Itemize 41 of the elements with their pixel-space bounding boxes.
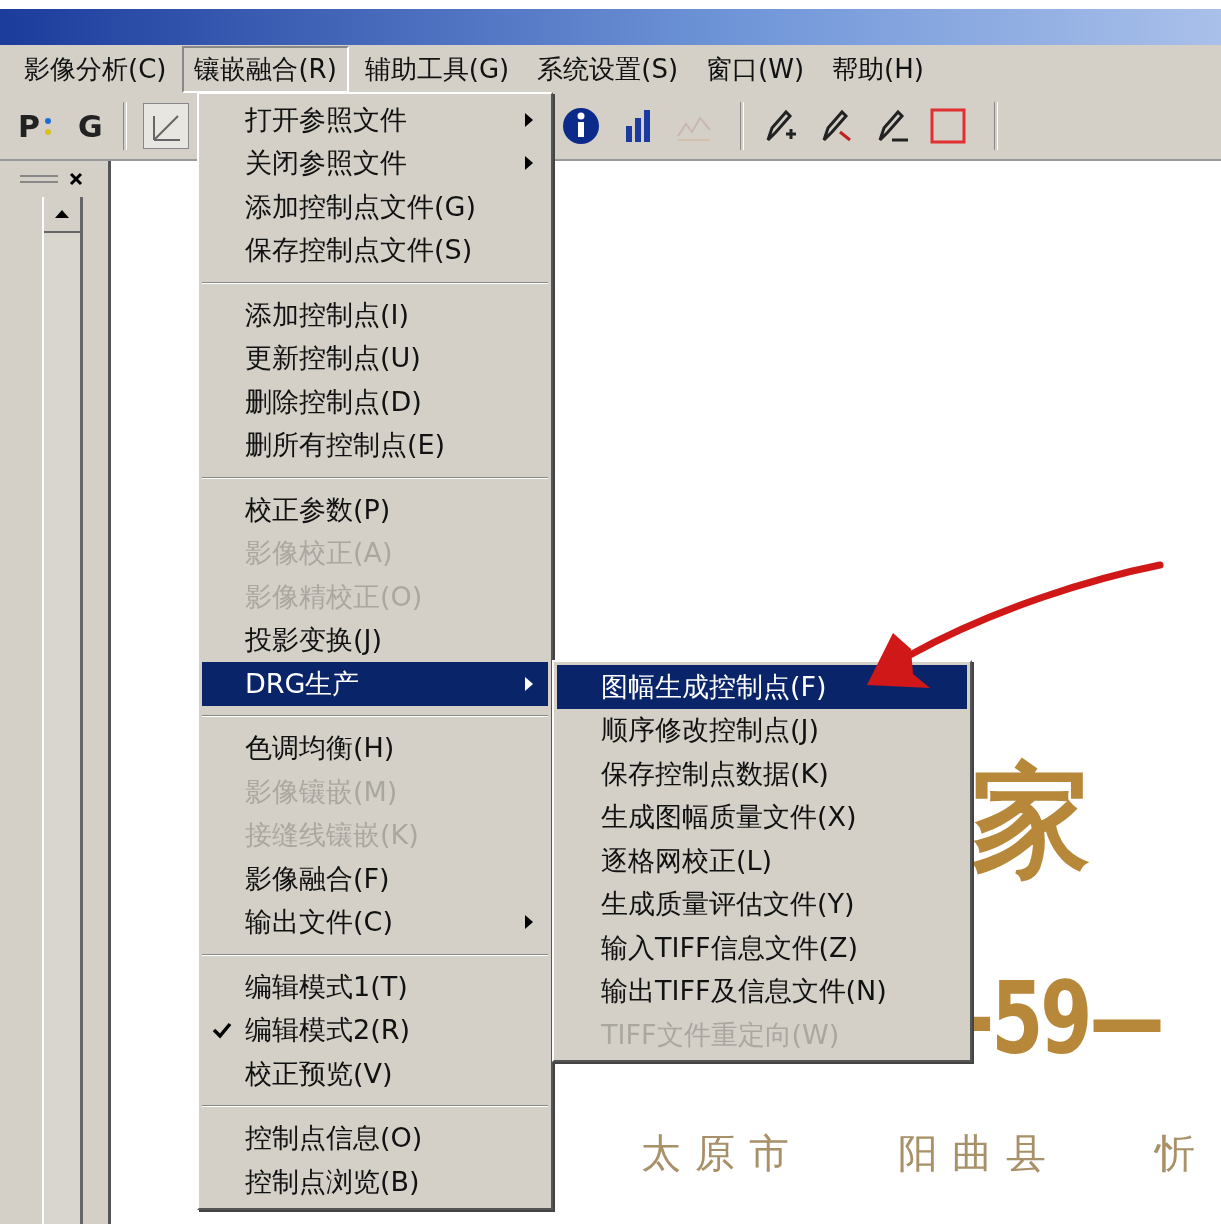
menu-item[interactable]: 校正预览(V) [202,1052,548,1096]
close-icon[interactable] [68,171,84,187]
menu-bar-item[interactable]: 影像分析(C) [12,45,179,93]
menu-item[interactable]: 编辑模式2(R) [202,1008,548,1052]
menu-item[interactable]: 校正参数(P) [202,488,548,532]
menu-item[interactable]: 色调均衡(H) [202,726,548,770]
menu-item[interactable]: 控制点信息(O) [202,1116,548,1160]
menu-bar-item[interactable]: 帮助(H) [820,45,936,93]
menu-bar-item[interactable]: 窗口(W) [694,45,817,93]
place-name: 阳曲县 [898,1129,1060,1178]
menu-item[interactable]: 生成图幅质量文件(X) [557,795,967,839]
menu-bar-item[interactable]: 系统设置(S) [525,45,691,93]
grip-icon[interactable] [20,173,60,185]
toolbar-button[interactable]: P [16,108,42,144]
menu-item[interactable]: 输入TIFF信息文件(Z) [557,926,967,970]
menu-item[interactable]: 添加控制点文件(G) [202,185,548,229]
place-name: 忻 [1155,1129,1209,1178]
menu-item[interactable]: 添加控制点(I) [202,293,548,337]
place-name: 太原市 [641,1129,803,1178]
menu-item[interactable]: 影像融合(F) [202,857,548,901]
menu-item[interactable]: 图幅生成控制点(F) [557,665,967,709]
menu-item[interactable]: 关闭参照文件 [202,141,548,185]
menu-item[interactable]: 控制点浏览(B) [202,1160,548,1204]
menu-item[interactable]: 打开参照文件 [202,98,548,142]
menu-item[interactable]: 编辑模式1(T) [202,965,548,1009]
scroll-up-icon[interactable] [44,197,80,233]
menu-bar-item[interactable]: 辅助工具(G) [352,45,522,93]
menu-item[interactable]: 删除控制点(D) [202,380,548,424]
menu-item[interactable]: 更新控制点(U) [202,336,548,380]
scrollbar[interactable] [42,197,83,1224]
menu-item[interactable]: DRG生产 [202,662,548,706]
menu-item[interactable]: 保存控制点文件(S) [202,228,548,272]
toolbar-button[interactable]: G [76,108,105,144]
menu-item[interactable]: 删所有控制点(E) [202,423,548,467]
menu-item[interactable]: 输出文件(C) [202,900,548,944]
menu-item[interactable]: 顺序修改控制点(J) [557,708,967,752]
menu-item[interactable]: 生成质量评估文件(Y) [557,882,967,926]
line-tool-icon[interactable] [142,103,189,149]
menu-item[interactable]: 逐格网校正(L) [557,839,967,883]
menu-item[interactable]: 保存控制点数据(K) [557,752,967,796]
menu-item[interactable]: 投影变换(J) [202,618,548,662]
